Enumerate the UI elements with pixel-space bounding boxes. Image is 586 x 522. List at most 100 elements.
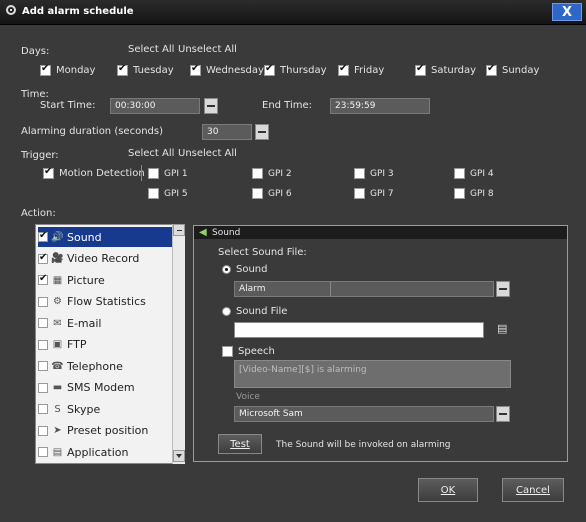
day-option-thursday[interactable]: Thursday bbox=[264, 63, 327, 76]
day-option-tuesday[interactable]: Tuesday bbox=[117, 63, 174, 76]
action-checkbox[interactable] bbox=[38, 404, 48, 414]
gpi-option[interactable]: GPI 8 bbox=[454, 188, 494, 199]
sound-select[interactable]: Alarm bbox=[234, 281, 494, 297]
test-button[interactable]: Test bbox=[218, 434, 262, 454]
browse-folder-icon[interactable]: ▤ bbox=[497, 323, 511, 335]
video-icon: 🎥 bbox=[51, 253, 64, 264]
day-checkbox[interactable] bbox=[415, 63, 426, 76]
trigger-unselect-all-link[interactable]: Unselect All bbox=[178, 148, 237, 159]
action-item[interactable]: 🎥Video Record bbox=[38, 249, 172, 269]
day-checkbox[interactable] bbox=[190, 63, 201, 76]
sound-file-input[interactable] bbox=[234, 322, 484, 338]
gpi-option[interactable]: GPI 4 bbox=[454, 168, 494, 179]
day-checkbox[interactable] bbox=[338, 63, 349, 76]
start-time-input[interactable]: 00:30:00 bbox=[110, 98, 200, 114]
gpi-option[interactable]: GPI 6 bbox=[252, 188, 292, 199]
sound-panel-header bbox=[194, 226, 567, 239]
gpi-option[interactable]: GPI 5 bbox=[148, 188, 188, 199]
action-checkbox[interactable] bbox=[38, 252, 48, 264]
duration-label: Alarming duration (seconds) bbox=[21, 126, 164, 137]
gpi-option[interactable]: GPI 7 bbox=[354, 188, 394, 199]
motion-detection-option[interactable]: Motion Detection bbox=[43, 166, 145, 179]
voice-select[interactable]: Microsoft Sam bbox=[234, 406, 494, 422]
sound-panel bbox=[193, 225, 568, 462]
action-item[interactable]: ▤ Application bbox=[38, 442, 172, 462]
speech-option[interactable]: Speech bbox=[222, 346, 275, 357]
day-label: Tuesday bbox=[133, 65, 174, 76]
action-item[interactable]: ▦ Picture bbox=[38, 270, 172, 290]
action-checkbox[interactable] bbox=[38, 318, 48, 328]
voice-dropdown-button[interactable] bbox=[496, 406, 510, 422]
action-item[interactable]: ▣ FTP bbox=[38, 335, 172, 355]
gpi-checkbox[interactable] bbox=[454, 168, 465, 179]
gpi-option[interactable]: GPI 3 bbox=[354, 168, 394, 179]
ok-button[interactable]: OK bbox=[418, 478, 478, 502]
day-option-sunday[interactable]: Sunday bbox=[486, 63, 539, 76]
day-option-monday[interactable]: Monday bbox=[40, 63, 95, 76]
action-item-label: Sound bbox=[67, 230, 102, 244]
gpi-checkbox[interactable] bbox=[252, 168, 263, 179]
sound-file-radio[interactable] bbox=[222, 307, 231, 316]
action-checkbox[interactable] bbox=[38, 296, 48, 307]
action-item[interactable]: S Skype bbox=[38, 399, 172, 419]
gpi-checkbox[interactable] bbox=[148, 168, 159, 179]
end-time-label: End Time: bbox=[262, 100, 313, 111]
days-select-all-link[interactable]: Select All bbox=[128, 44, 174, 55]
sound-radio-option[interactable]: Sound bbox=[222, 264, 268, 275]
application-icon: ▤ bbox=[52, 446, 63, 458]
action-item[interactable]: ✉ E-mail bbox=[38, 313, 172, 333]
action-checkbox[interactable] bbox=[38, 425, 48, 436]
day-checkbox[interactable] bbox=[40, 63, 51, 76]
action-item[interactable]: ▬ SMS Modem bbox=[38, 378, 172, 398]
action-checkbox[interactable] bbox=[38, 230, 48, 242]
email-icon: ✉ bbox=[53, 317, 62, 329]
duration-input[interactable]: 30 bbox=[202, 124, 252, 140]
action-item-label: Video Record bbox=[67, 252, 140, 265]
duration-spinner[interactable] bbox=[255, 124, 269, 140]
preset-icon: ➤ bbox=[53, 425, 62, 436]
action-checkbox[interactable] bbox=[38, 273, 48, 285]
day-option-friday[interactable]: Friday bbox=[338, 63, 384, 76]
sound-dropdown-button[interactable] bbox=[496, 281, 510, 297]
trigger-label: Trigger: bbox=[21, 150, 59, 161]
sound-file-radio-option[interactable]: Sound File bbox=[222, 306, 287, 317]
scroll-up-button[interactable] bbox=[173, 224, 185, 236]
scroll-down-button[interactable] bbox=[173, 450, 185, 462]
end-time-input[interactable]: 23:59:59 bbox=[330, 98, 430, 114]
gpi-checkbox[interactable] bbox=[252, 188, 263, 199]
gpi-checkbox[interactable] bbox=[454, 188, 465, 199]
day-option-wednesday[interactable]: Wednesday bbox=[190, 63, 264, 76]
motion-detection-checkbox[interactable] bbox=[43, 166, 54, 179]
telephone-icon: ☎ bbox=[51, 360, 64, 372]
day-checkbox[interactable] bbox=[264, 63, 275, 76]
gpi-option[interactable]: GPI 2 bbox=[252, 168, 292, 179]
gpi-option[interactable]: GPI 1 bbox=[148, 168, 188, 179]
action-list-scrollbar[interactable] bbox=[172, 224, 185, 464]
gpi-checkbox[interactable] bbox=[354, 188, 365, 199]
day-checkbox[interactable] bbox=[486, 63, 497, 76]
action-item[interactable]: ⚙ Flow Statistics bbox=[38, 292, 172, 312]
select-divider bbox=[330, 282, 331, 296]
action-item[interactable]: 🔊Sound bbox=[38, 227, 172, 247]
speech-checkbox[interactable] bbox=[222, 346, 233, 357]
gpi-label: GPI 5 bbox=[164, 188, 188, 199]
action-item[interactable]: ☎ Telephone bbox=[38, 356, 172, 376]
days-unselect-all-link[interactable]: Unselect All bbox=[178, 44, 237, 55]
gpi-checkbox[interactable] bbox=[354, 168, 365, 179]
action-checkbox[interactable] bbox=[38, 447, 48, 457]
gpi-checkbox[interactable] bbox=[148, 188, 159, 199]
trigger-select-all-link[interactable]: Select All bbox=[128, 148, 174, 159]
day-checkbox[interactable] bbox=[117, 63, 128, 76]
gpi-label: GPI 2 bbox=[268, 168, 292, 179]
action-checkbox[interactable] bbox=[38, 361, 48, 371]
action-item[interactable]: ➤ Preset position bbox=[38, 421, 172, 441]
sound-radio[interactable] bbox=[222, 265, 231, 274]
speech-text-input[interactable]: [Video-Name][$] is alarming bbox=[234, 360, 511, 388]
gpi-label: GPI 8 bbox=[470, 188, 494, 199]
cancel-button[interactable]: Cancel bbox=[502, 478, 564, 502]
close-button[interactable]: X bbox=[552, 3, 582, 21]
action-checkbox[interactable] bbox=[38, 382, 48, 393]
action-checkbox[interactable] bbox=[38, 339, 48, 350]
start-time-spinner[interactable] bbox=[204, 98, 218, 114]
day-option-saturday[interactable]: Saturday bbox=[415, 63, 476, 76]
